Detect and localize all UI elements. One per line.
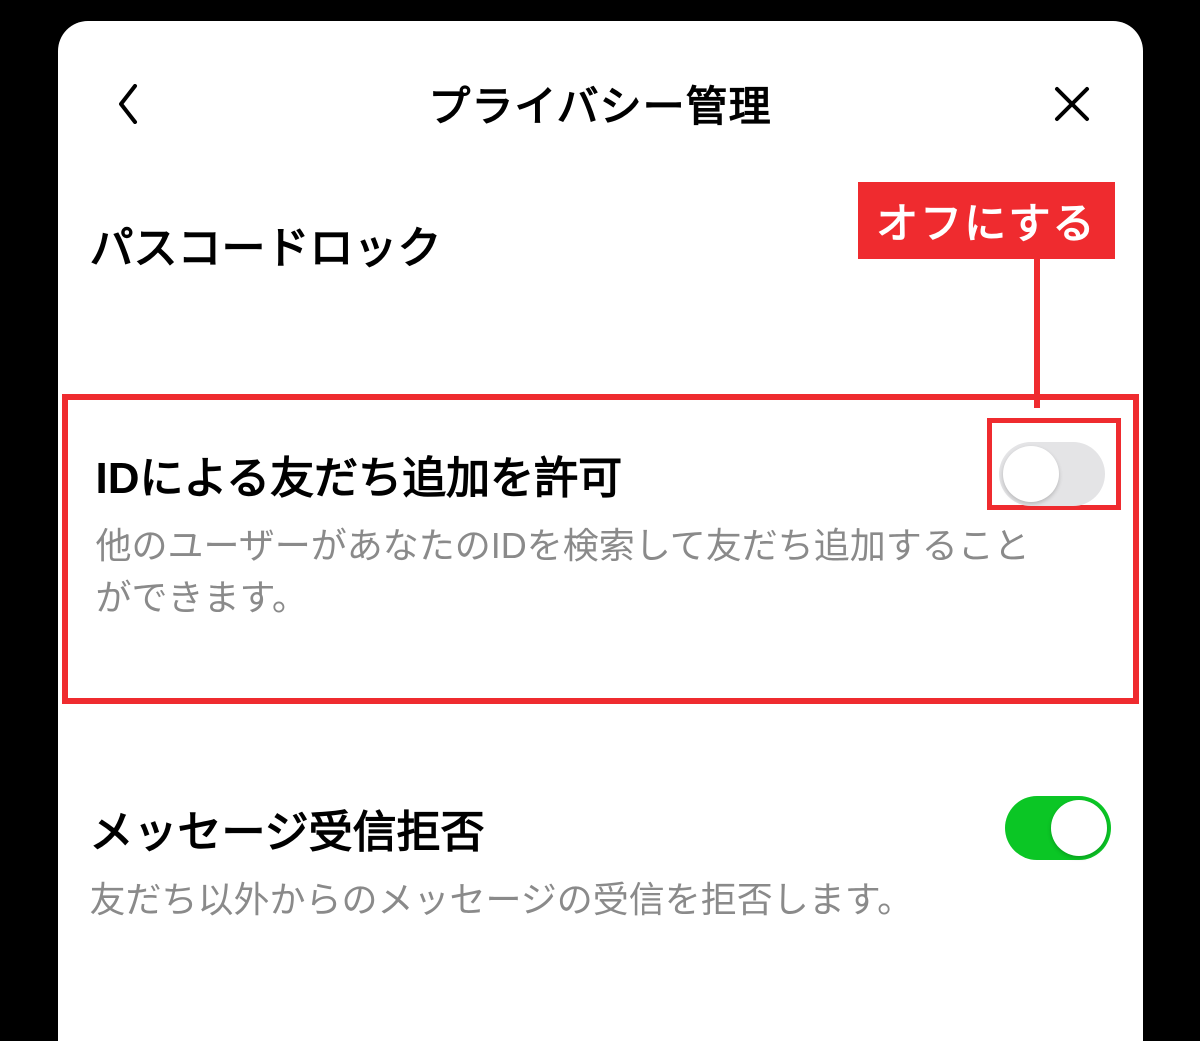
modal-title: プライバシー管理 <box>428 73 771 134</box>
settings-modal: プライバシー管理 パスコードロック オフにする IDによる友だち追加を許可 <box>58 21 1143 1041</box>
message-reject-row: メッセージ受信拒否 友だち以外からのメッセージの受信を拒否します。 <box>58 774 1143 948</box>
close-button[interactable] <box>1050 82 1094 126</box>
toggle-knob <box>1003 446 1059 502</box>
id-friend-add-description: 他のユーザーがあなたのIDを検索して友だち追加することができます。 <box>96 520 1105 624</box>
screen-background: プライバシー管理 パスコードロック オフにする IDによる友だち追加を許可 <box>0 0 1200 1041</box>
chevron-left-icon <box>117 84 139 124</box>
message-reject-description: 友だち以外からのメッセージの受信を拒否します。 <box>90 874 1111 926</box>
highlight-annotation-box: IDによる友だち追加を許可 他のユーザーがあなたのIDを検索して友だち追加するこ… <box>62 394 1139 704</box>
spacer <box>58 704 1143 774</box>
message-reject-label: メッセージ受信拒否 <box>90 796 485 860</box>
close-icon <box>1054 86 1090 122</box>
id-friend-add-label: IDによる友だち追加を許可 <box>96 442 623 506</box>
toggle-knob <box>1051 800 1107 856</box>
back-button[interactable] <box>106 82 150 126</box>
annotation-connector-line <box>1034 248 1040 408</box>
passcode-lock-row[interactable]: パスコードロック オフにする <box>58 190 1143 298</box>
modal-header: プライバシー管理 <box>58 43 1143 190</box>
passcode-lock-label: パスコードロック <box>90 212 442 276</box>
annotation-badge: オフにする <box>858 182 1114 259</box>
id-friend-add-toggle[interactable] <box>999 442 1105 506</box>
id-friend-add-row: IDによる友だち追加を許可 <box>96 442 1105 506</box>
message-reject-toggle[interactable] <box>1005 796 1111 860</box>
